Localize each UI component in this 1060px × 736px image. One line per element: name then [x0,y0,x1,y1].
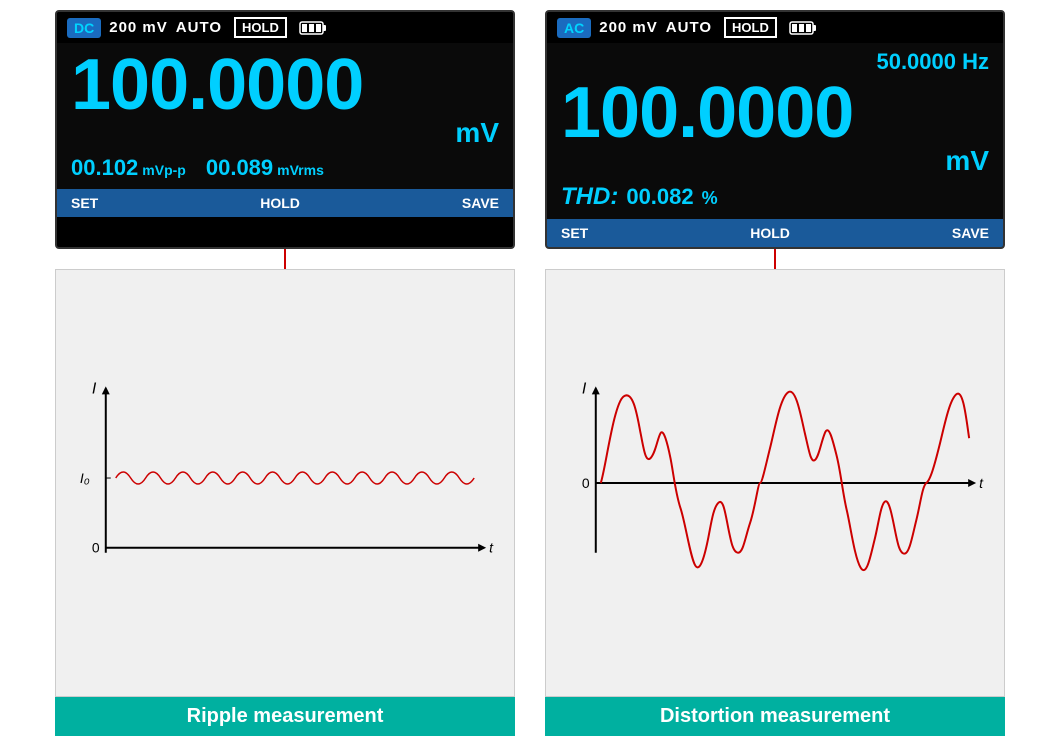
right-meter-footer: SET HOLD SAVE [547,219,1003,247]
svg-text:I: I [582,380,587,397]
svg-text:0: 0 [582,475,590,491]
left-sub-values: 00.102 mVp-p 00.089 mVrms [71,155,499,181]
left-sub1-value: 00.102 [71,155,138,181]
left-sub1-group: 00.102 mVp-p [71,155,186,181]
left-connector [284,249,286,269]
left-meter-footer: SET HOLD SAVE [57,189,513,217]
svg-text:0: 0 [92,540,100,556]
right-range: 200 mV [599,19,658,36]
left-chart-svg: I t 0 I₀ [56,270,514,696]
right-save-button[interactable]: SAVE [952,225,989,241]
right-thd-unit: % [702,188,718,209]
left-range: 200 mV [109,19,168,36]
left-meter-body: 100.0000 mV 00.102 mVp-p 00.089 mVrms [57,43,513,189]
right-thd-row: THD: 00.082 % [561,183,989,211]
right-hold-badge: HOLD [724,17,777,38]
right-chart-section: I t 0 Distortion measurement [545,249,1005,736]
left-sub2-unit: mVrms [277,162,324,178]
left-save-button[interactable]: SAVE [462,195,499,211]
right-hold-button[interactable]: HOLD [750,225,790,241]
left-sub2-value: 00.089 [206,155,273,181]
right-chart-container: I t 0 [545,269,1005,697]
right-chart-svg: I t 0 [546,270,1004,696]
svg-text:I: I [92,380,97,397]
right-freq-display: 50.0000 Hz [561,49,989,75]
left-chart-section: I t 0 I₀ Ripple measurement [55,249,515,736]
right-meter-header: AC 200 mV AUTO HOLD [547,12,1003,43]
left-sub2-group: 00.089 mVrms [206,155,324,181]
left-chart-container: I t 0 I₀ [55,269,515,697]
left-hold-badge: HOLD [234,17,287,38]
svg-text:I₀: I₀ [80,470,90,486]
left-battery-icon [299,20,327,36]
right-main-value: 100.0000 [561,77,989,149]
left-meter-header: DC 200 mV AUTO HOLD [57,12,513,43]
right-meter-panel: AC 200 mV AUTO HOLD 50.0000 Hz 100.0000 … [545,10,1005,249]
right-thd-label: THD: [561,183,618,211]
right-meter-body: 50.0000 Hz 100.0000 mV THD: 00.082 % [547,43,1003,219]
right-set-button[interactable]: SET [561,225,588,241]
left-chart-label: Ripple measurement [55,697,515,736]
right-connector [774,249,776,269]
left-auto: AUTO [176,19,222,36]
left-main-value: 100.0000 [71,49,499,121]
right-mode-badge: AC [557,18,591,38]
left-mode-badge: DC [67,18,101,38]
left-hold-button[interactable]: HOLD [260,195,300,211]
right-thd-value: 00.082 [626,184,693,210]
right-auto: AUTO [666,19,712,36]
left-meter-panel: DC 200 mV AUTO HOLD 100.0000 mV 00.102 [55,10,515,249]
left-sub1-unit: mVp-p [142,162,186,178]
right-chart-label: Distortion measurement [545,697,1005,736]
left-set-button[interactable]: SET [71,195,98,211]
right-battery-icon [789,20,817,36]
